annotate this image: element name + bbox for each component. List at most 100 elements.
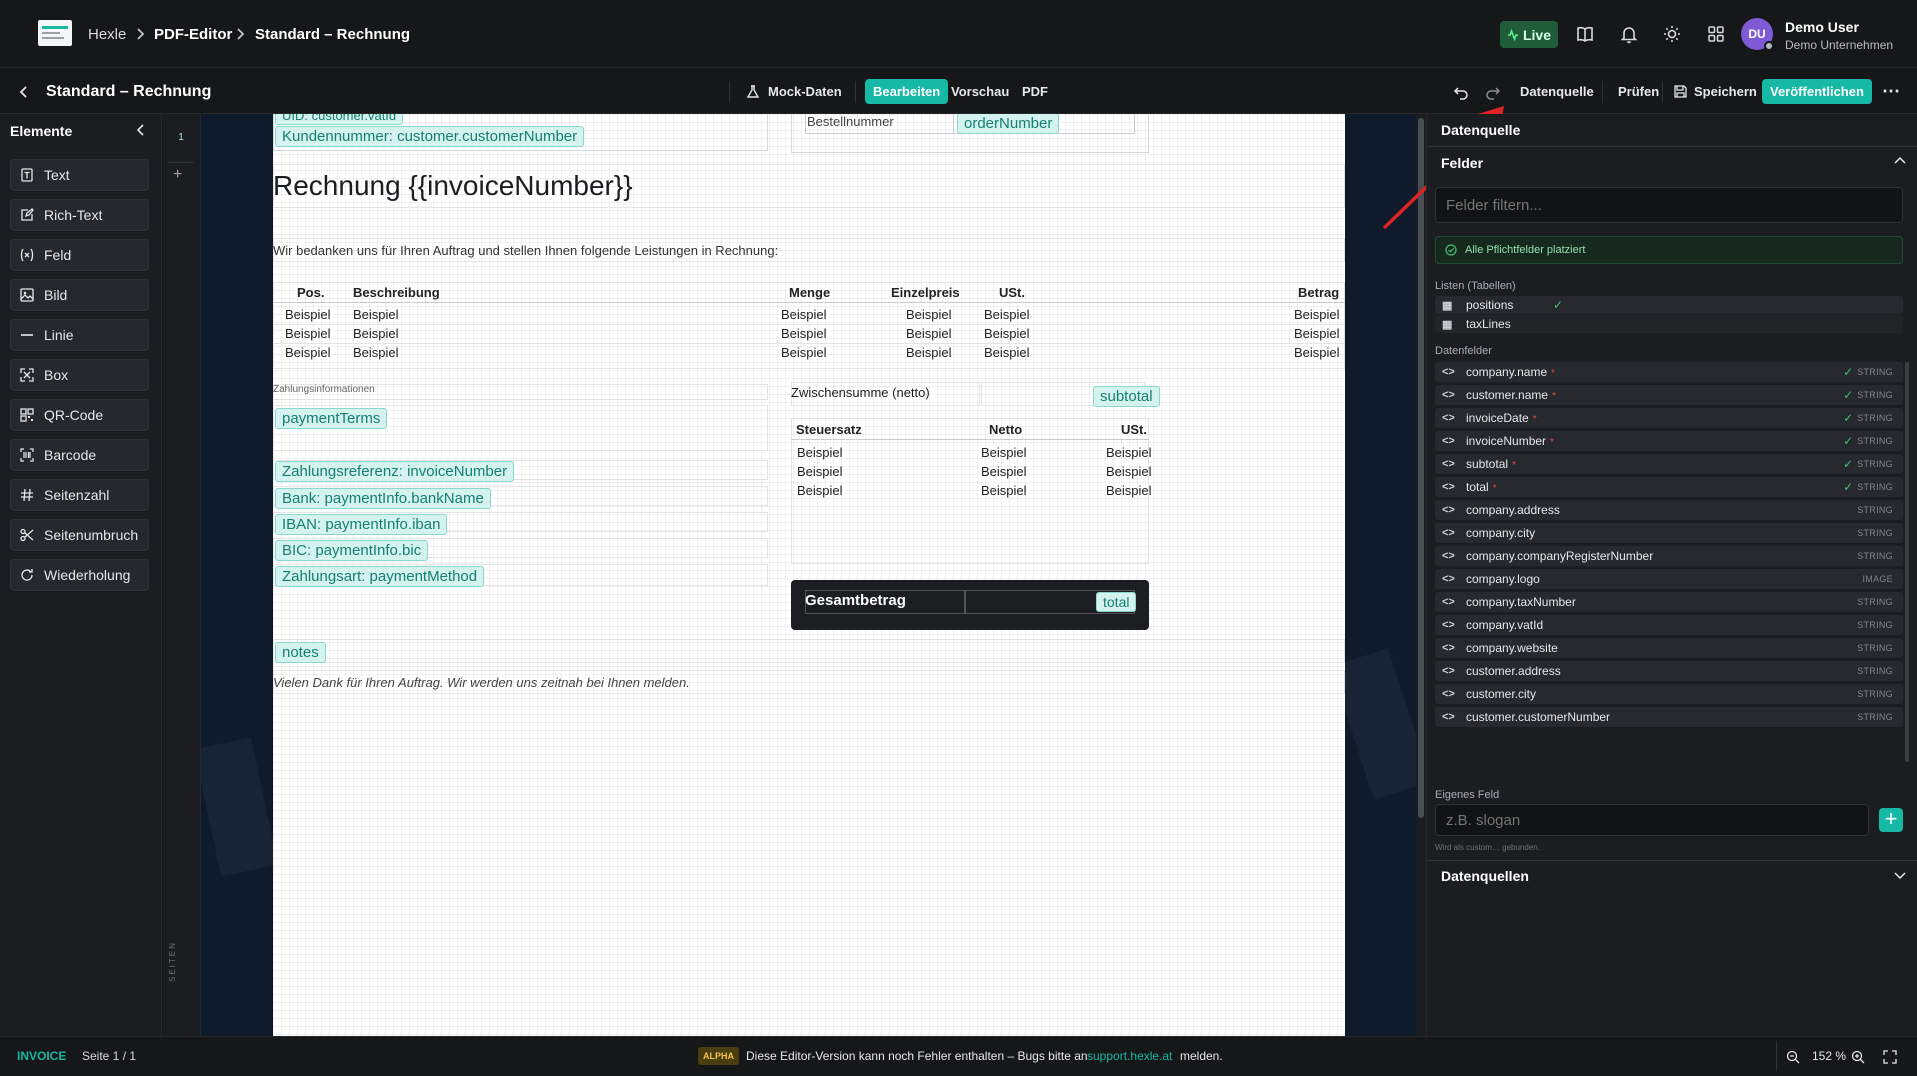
document-page[interactable]: UID: customer.vatId Kundennummer: custom…: [273, 114, 1345, 1036]
add-custom-field-button[interactable]: +: [1879, 808, 1903, 832]
table-cell: Beispiel: [285, 326, 331, 341]
element-barcode-button[interactable]: Barcode: [10, 439, 149, 471]
tax-cell: Beispiel: [1106, 464, 1152, 479]
element-line-button[interactable]: Linie: [10, 319, 149, 351]
field-chip-bank[interactable]: Bank: paymentInfo.bankName: [275, 488, 491, 509]
user-name[interactable]: Demo User: [1785, 19, 1859, 35]
field-chip-iban[interactable]: IBAN: paymentInfo.iban: [275, 514, 448, 535]
field-item[interactable]: <> customer.name * ✓ STRING: [1435, 385, 1903, 405]
tab-vorschau[interactable]: Vorschau: [951, 69, 1009, 114]
zoom-out-icon[interactable]: [1786, 1050, 1800, 1064]
field-item[interactable]: <> company.website STRING: [1435, 638, 1903, 658]
field-item[interactable]: <> company.city STRING: [1435, 523, 1903, 543]
page-thumb-1[interactable]: 1: [174, 132, 188, 146]
fields-scrollbar[interactable]: [1905, 362, 1909, 762]
field-chip-total[interactable]: total: [1096, 592, 1137, 612]
datasources-section-title[interactable]: Datenquellen: [1441, 868, 1529, 884]
element-richtext-button[interactable]: Rich-Text: [10, 199, 149, 231]
save-button[interactable]: Speichern: [1674, 69, 1757, 114]
mock-data-button[interactable]: Mock-Daten: [746, 69, 842, 114]
field-item[interactable]: <> company.address STRING: [1435, 500, 1903, 520]
element-pagenumber-button[interactable]: Seitenzahl: [10, 479, 149, 511]
canvas-scrollbar[interactable]: [1416, 114, 1426, 1036]
element-box-button[interactable]: Box: [10, 359, 149, 391]
field-chip-vatid[interactable]: UID: customer.vatId: [275, 114, 404, 125]
field-item[interactable]: <> customer.city STRING: [1435, 684, 1903, 704]
field-chip-notes[interactable]: notes: [275, 642, 326, 663]
field-item[interactable]: <> customer.customerNumber STRING: [1435, 707, 1903, 727]
back-button[interactable]: [18, 69, 30, 114]
breadcrumb-hexle[interactable]: Hexle: [88, 26, 126, 43]
field-item[interactable]: <> company.taxNumber STRING: [1435, 592, 1903, 612]
table-cell: Beispiel: [1294, 307, 1340, 322]
element-qrcode-button[interactable]: QR-Code: [10, 399, 149, 431]
avatar[interactable]: DU: [1741, 18, 1774, 51]
tab-pdf[interactable]: PDF: [1022, 69, 1048, 114]
field-item[interactable]: <> company.vatId STRING: [1435, 615, 1903, 635]
sun-icon[interactable]: [1662, 24, 1682, 44]
field-item[interactable]: <> subtotal * ✓ STRING: [1435, 454, 1903, 474]
table-cell: Beispiel: [285, 307, 331, 322]
intro-text[interactable]: Wir bedanken uns für Ihren Auftrag und s…: [273, 243, 778, 258]
field-item[interactable]: <> total * ✓ STRING: [1435, 477, 1903, 497]
fields-section-title[interactable]: Felder: [1441, 155, 1483, 171]
field-chip-payment-method[interactable]: Zahlungsart: paymentMethod: [275, 566, 485, 587]
element-text-button[interactable]: Text: [10, 159, 149, 191]
element-image-button[interactable]: Bild: [10, 279, 149, 311]
field-chip-customer-number[interactable]: Kundennummer: customer.customerNumber: [275, 126, 585, 147]
field-item[interactable]: <> invoiceNumber * ✓ STRING: [1435, 431, 1903, 451]
list-item[interactable]: ▦ taxLines: [1435, 315, 1903, 333]
scissors-icon: [20, 528, 34, 542]
tab-bearbeiten[interactable]: Bearbeiten: [865, 69, 949, 114]
text-icon: [21, 168, 33, 182]
field-chip-bic[interactable]: BIC: paymentInfo.bic: [275, 540, 429, 561]
thanks-text[interactable]: Vielen Dank für Ihren Auftrag. Wir werde…: [273, 675, 690, 690]
editor-canvas[interactable]: UID: customer.vatId Kundennummer: custom…: [201, 114, 1417, 1036]
list-item[interactable]: ▦ positions ✓: [1435, 296, 1903, 314]
element-pagebreak-button[interactable]: Seitenumbruch: [10, 519, 149, 551]
grand-total-block[interactable]: Gesamtbetrag total: [791, 580, 1149, 630]
zoom-level[interactable]: 152 %: [1812, 1049, 1846, 1063]
chevron-down-icon[interactable]: [1893, 868, 1907, 882]
table-header-vat: USt.: [999, 285, 1025, 300]
collapse-icon[interactable]: [135, 122, 147, 138]
alpha-message-end: melden.: [1180, 1049, 1223, 1063]
field-chip-subtotal[interactable]: subtotal: [1093, 386, 1160, 407]
support-link[interactable]: support.hexle.at: [1087, 1049, 1172, 1063]
field-item[interactable]: <> invoiceDate * ✓ STRING: [1435, 408, 1903, 428]
chevron-right-icon: [137, 28, 145, 40]
live-button[interactable]: Live: [1500, 21, 1558, 48]
field-item[interactable]: <> company.logo IMAGE: [1435, 569, 1903, 589]
field-item[interactable]: <> company.name * ✓ STRING: [1435, 362, 1903, 382]
app-logo[interactable]: [38, 20, 72, 46]
field-item[interactable]: <> company.companyRegisterNumber STRING: [1435, 546, 1903, 566]
apps-grid-icon[interactable]: [1706, 24, 1726, 44]
add-page-button[interactable]: +: [173, 166, 182, 184]
notes-block[interactable]: [273, 639, 1345, 663]
datasource-button[interactable]: Datenquelle: [1520, 69, 1594, 114]
table-cell: Beispiel: [285, 345, 331, 360]
custom-field-input[interactable]: [1435, 804, 1869, 836]
invoice-heading[interactable]: Rechnung {{invoiceNumber}}: [273, 170, 633, 202]
publish-button[interactable]: Veröffentlichen: [1762, 69, 1872, 114]
zoom-in-icon[interactable]: [1851, 1050, 1865, 1064]
chevron-up-icon[interactable]: [1893, 154, 1907, 168]
fit-screen-icon[interactable]: [1883, 1050, 1897, 1064]
check-button[interactable]: Prüfen: [1618, 69, 1659, 114]
book-icon[interactable]: [1575, 24, 1595, 44]
bell-icon[interactable]: [1619, 24, 1639, 44]
element-repeat-button[interactable]: Wiederholung: [10, 559, 149, 591]
field-chip-payment-terms[interactable]: paymentTerms: [275, 408, 388, 429]
field-item[interactable]: <> customer.address STRING: [1435, 661, 1903, 681]
fields-list[interactable]: <> company.name * ✓ STRING <> customer.name * ✓ S…: [1427, 362, 1917, 768]
field-chip-order-number[interactable]: orderNumber: [957, 114, 1060, 134]
fields-filter-input[interactable]: [1435, 187, 1903, 223]
element-field-button[interactable]: Feld: [10, 239, 149, 271]
field-name: company.vatId: [1466, 618, 1544, 632]
field-chip-payment-reference[interactable]: Zahlungsreferenz: invoiceNumber: [275, 461, 515, 482]
table-header-pos: Pos.: [297, 285, 325, 300]
list-name: positions: [1466, 298, 1514, 312]
breadcrumb-pdf-editor[interactable]: PDF-Editor: [154, 26, 232, 43]
more-options-icon[interactable]: ⋯: [1882, 69, 1901, 114]
field-name: company.website: [1466, 641, 1558, 655]
